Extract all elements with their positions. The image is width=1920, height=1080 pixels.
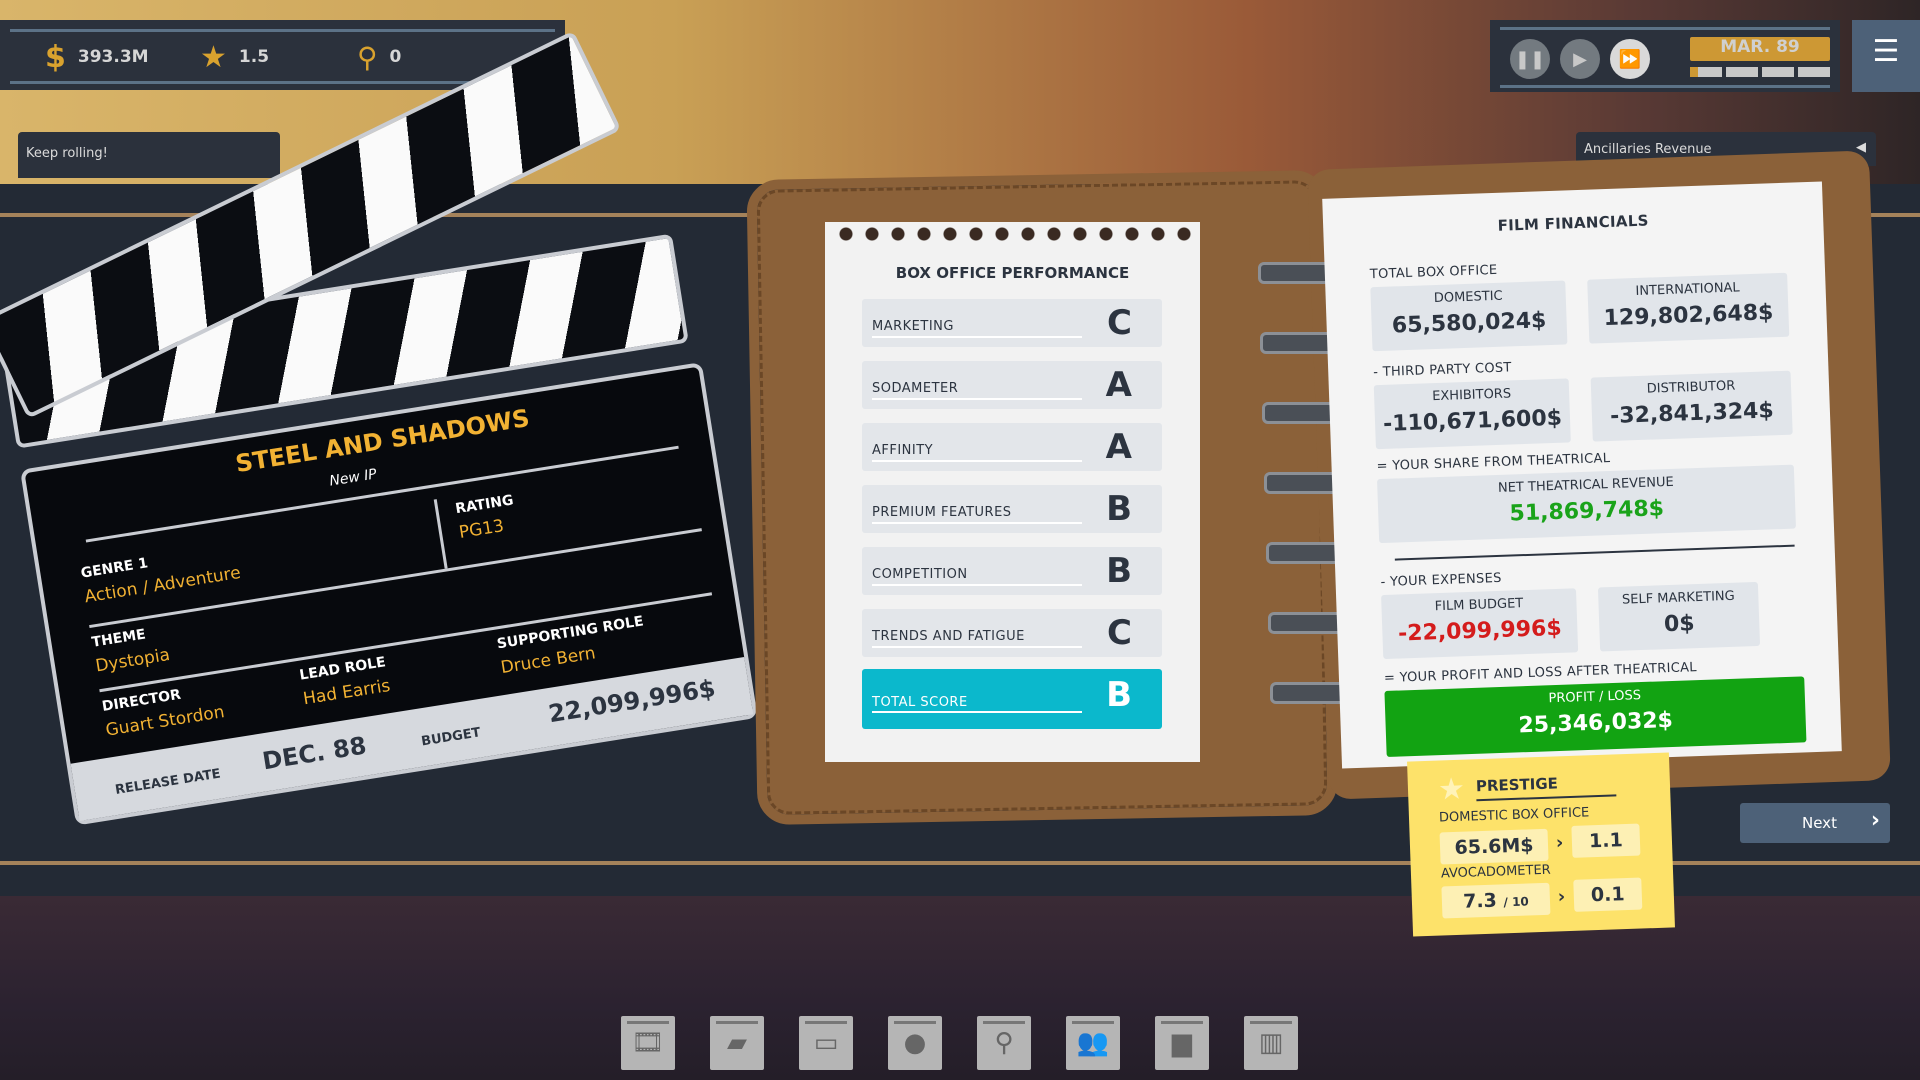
lightbulb-icon: ●: [903, 1028, 927, 1058]
international-box: INTERNATIONAL 129,802,648$: [1587, 272, 1790, 344]
share-label: = YOUR SHARE FROM THEATRICAL: [1376, 451, 1611, 475]
date-display: MAR. 89: [1690, 37, 1830, 61]
rating-value: PG13: [457, 516, 506, 543]
grade-row-trends: TRENDS AND FATIGUE C: [862, 609, 1162, 657]
month-progress: [1690, 67, 1830, 77]
spiral-holes: [833, 226, 1192, 242]
chevron-right-icon: ›: [1555, 832, 1564, 854]
rating-label: RATING: [454, 492, 515, 518]
profit-loss-box: PROFIT / LOSS 25,346,032$: [1384, 676, 1807, 757]
toolbar-ideas-button[interactable]: ●: [888, 1016, 942, 1070]
magnifier-icon: ⚲: [357, 40, 378, 74]
pause-button[interactable]: ❚❚: [1510, 39, 1550, 79]
pause-icon: ❚❚: [1514, 48, 1546, 70]
domestic-box-office-label: DOMESTIC BOX OFFICE: [1438, 805, 1590, 826]
ancillaries-label: Ancillaries Revenue: [1584, 142, 1712, 157]
release-date-label: RELEASE DATE: [114, 766, 222, 798]
research-stat[interactable]: ⚲ 0: [357, 23, 401, 91]
money-stat[interactable]: $393.3M: [45, 23, 149, 91]
toolbar-film-button[interactable]: 🎞: [621, 1016, 675, 1070]
budget-label: BUDGET: [420, 725, 482, 750]
prestige-title: PRESTIGE: [1475, 774, 1559, 796]
chevron-right-icon: ›: [1870, 808, 1880, 833]
film-budget-box: FILM BUDGET -22,099,996$: [1381, 588, 1579, 660]
prestige-stat[interactable]: ★ 1.5: [200, 23, 269, 91]
domestic-box: DOMESTIC 65,580,024$: [1370, 280, 1568, 352]
toolbar-research-button[interactable]: ⚲: [977, 1016, 1031, 1070]
avocadometer-prestige-gain: 0.1: [1573, 877, 1643, 912]
research-value: 0: [389, 47, 402, 67]
prestige-value: 1.5: [238, 47, 270, 67]
hamburger-menu-icon: ☰: [1872, 34, 1900, 69]
theme-label: THEME: [90, 626, 147, 651]
toolbar-stats-button[interactable]: ▆: [1155, 1016, 1209, 1070]
prestige-note: ★ PRESTIGE DOMESTIC BOX OFFICE 65.6M$ › …: [1407, 752, 1675, 937]
release-date-value: DEC. 88: [260, 731, 369, 776]
budget-value: 22,099,996$: [546, 674, 718, 729]
financials-title: FILM FINANCIALS: [1497, 211, 1650, 235]
film-financials-sheet: FILM FINANCIALS TOTAL BOX OFFICE DOMESTI…: [1322, 181, 1842, 769]
chevron-right-icon: ›: [1557, 886, 1566, 908]
grade-row-competition: COMPETITION B: [862, 547, 1162, 595]
menu-button[interactable]: ☰: [1852, 20, 1920, 92]
domestic-box-office-value: 65.6M$: [1439, 828, 1549, 865]
net-theatrical-box: NET THEATRICAL REVENUE 51,869,748$: [1377, 464, 1796, 544]
money-value: 393.3M: [77, 47, 149, 67]
grade-row-marketing: MARKETING C: [862, 299, 1162, 347]
fast-forward-icon: ⏩: [1618, 48, 1642, 70]
tv-icon: ▭: [813, 1028, 839, 1058]
avocadometer-label: AVOCADOMETER: [1440, 862, 1551, 882]
grade-row-sodameter: SODAMETER A: [862, 361, 1162, 409]
theme-value: Dystopia: [94, 644, 172, 677]
box-office-notepad: BOX OFFICE PERFORMANCE MARKETING C SODAME…: [825, 222, 1200, 762]
play-button[interactable]: ▶: [1560, 39, 1600, 79]
fast-forward-button[interactable]: ⏩: [1610, 39, 1650, 79]
film-reel-icon: 🎞: [631, 1028, 665, 1058]
magnifier-icon: ⚲: [994, 1028, 1014, 1058]
exhibitors-box: EXHIBITORS -110,671,600$: [1373, 378, 1571, 450]
total-box-office-label: TOTAL BOX OFFICE: [1369, 262, 1498, 283]
next-label: Next: [1802, 814, 1837, 832]
domestic-prestige-gain: 1.1: [1571, 823, 1641, 858]
ip-type: New IP: [328, 466, 378, 490]
chart-icon: ▆: [1172, 1028, 1192, 1058]
expenses-label: - YOUR EXPENSES: [1380, 570, 1502, 591]
self-marketing-box: SELF MARKETING 0$: [1597, 581, 1761, 652]
folder-icon: ▰: [727, 1028, 747, 1058]
star-icon: ★: [200, 39, 227, 75]
grade-row-affinity: AFFINITY A: [862, 423, 1162, 471]
avocadometer-value: 7.3 / 10: [1441, 882, 1551, 919]
play-icon: ▶: [1573, 48, 1587, 70]
time-controls: ❚❚ ▶ ⏩ MAR. 89: [1490, 20, 1840, 92]
status-message: Keep rolling!: [18, 132, 280, 178]
grade-row-premium-features: PREMIUM FEATURES B: [862, 485, 1162, 533]
dollar-coin-icon: $: [45, 39, 66, 75]
box-office-title: BOX OFFICE PERFORMANCE: [895, 264, 1130, 282]
star-icon: ★: [1437, 771, 1466, 808]
toolbar-staff-button[interactable]: 👥: [1066, 1016, 1120, 1070]
toolbar-studio-button[interactable]: ▥: [1244, 1016, 1298, 1070]
building-icon: ▥: [1258, 1028, 1284, 1058]
people-icon: 👥: [1076, 1028, 1110, 1058]
toolbar-folder-button[interactable]: ▰: [710, 1016, 764, 1070]
toolbar-tv-button[interactable]: ▭: [799, 1016, 853, 1070]
third-party-label: - THIRD PARTY COST: [1373, 360, 1512, 381]
total-score-row: TOTAL SCORE B: [862, 669, 1162, 729]
next-button[interactable]: Next ›: [1740, 803, 1890, 843]
distributor-box: DISTRIBUTOR -32,841,324$: [1590, 370, 1793, 442]
